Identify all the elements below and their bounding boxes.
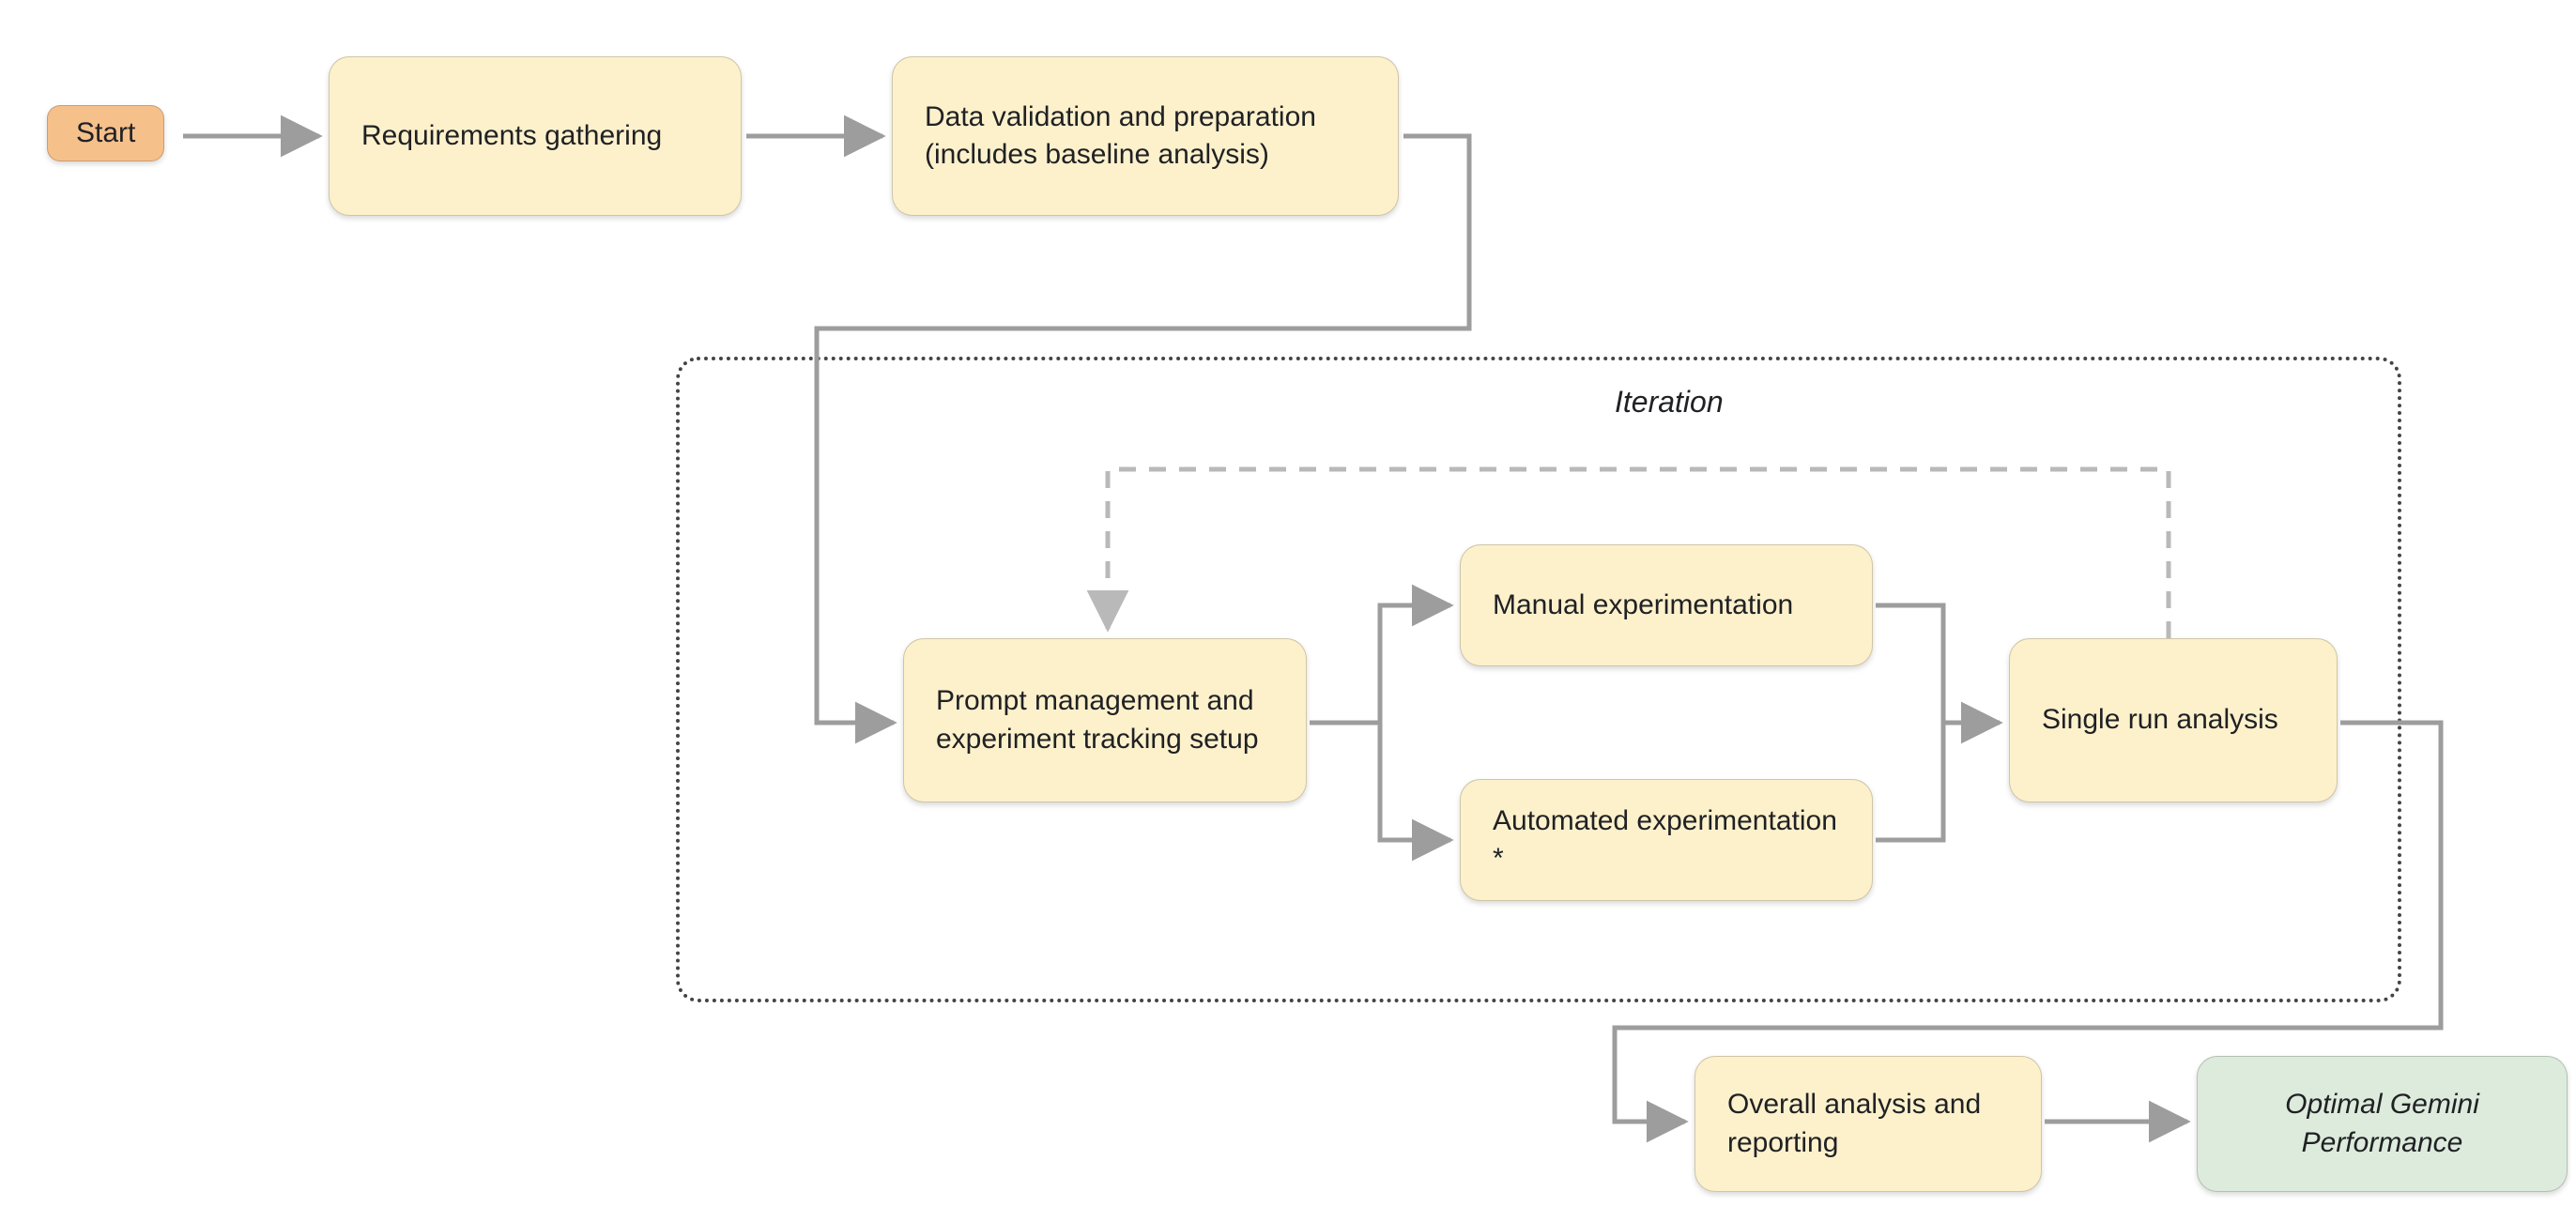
iteration-label: Iteration: [1615, 385, 1724, 420]
node-single-run: Single run analysis: [2009, 638, 2338, 802]
node-prompt-mgmt: Prompt management and experiment trackin…: [903, 638, 1307, 802]
flow-diagram: Iteration Start Requirements gathering D…: [0, 0, 2576, 1222]
node-label: Requirements gathering: [361, 117, 662, 156]
node-label: Automated experimentation *: [1493, 802, 1840, 878]
node-manual-exp: Manual experimentation: [1460, 544, 1873, 666]
node-label: Prompt management and experiment trackin…: [936, 682, 1274, 758]
node-label: Overall analysis and reporting: [1727, 1086, 2009, 1162]
node-start: Start: [47, 105, 164, 161]
node-label: Optimal Gemini Performance: [2230, 1086, 2535, 1162]
node-label: Manual experimentation: [1493, 587, 1793, 625]
node-requirements: Requirements gathering: [329, 56, 742, 216]
node-label: Data validation and preparation (include…: [925, 99, 1316, 175]
node-overall: Overall analysis and reporting: [1694, 1056, 2042, 1192]
node-auto-exp: Automated experimentation *: [1460, 779, 1873, 901]
node-data-validation: Data validation and preparation (include…: [892, 56, 1399, 216]
node-label: Single run analysis: [2042, 701, 2278, 740]
node-optimal: Optimal Gemini Performance: [2197, 1056, 2568, 1192]
